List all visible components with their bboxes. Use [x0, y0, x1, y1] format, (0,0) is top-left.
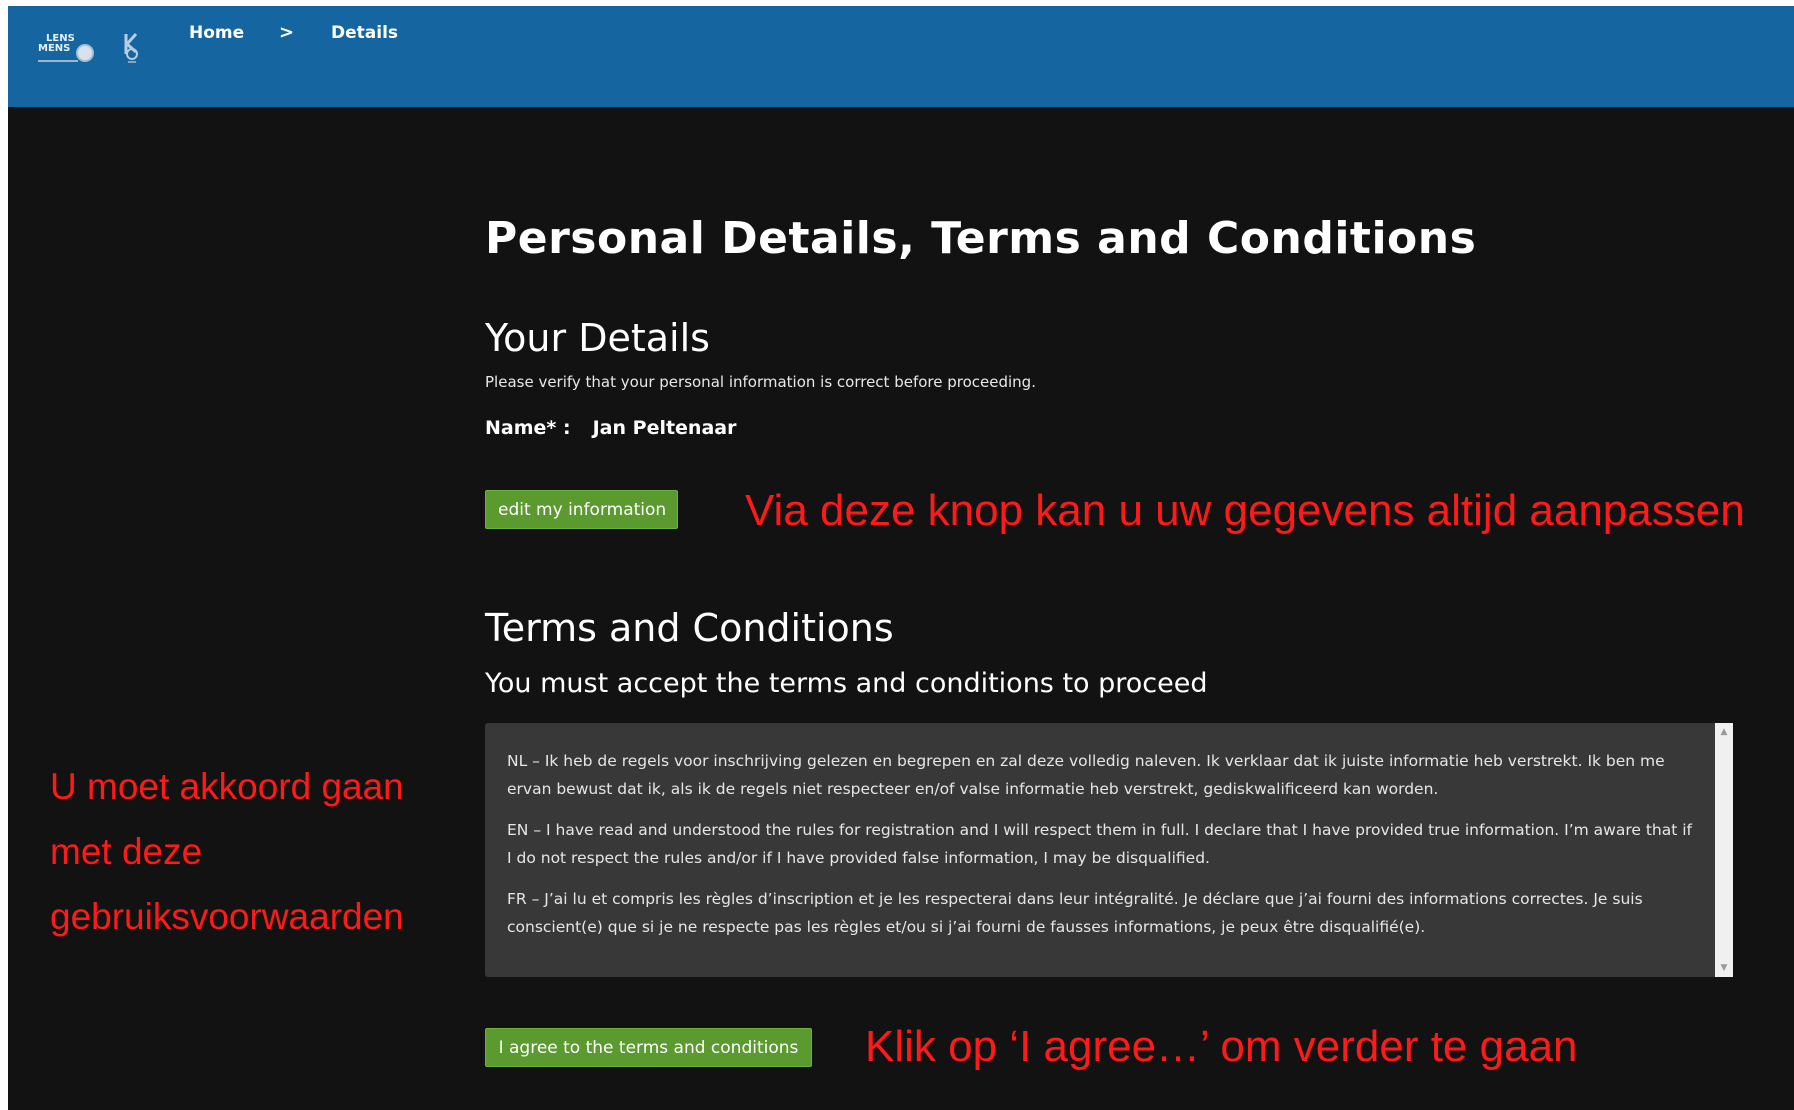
breadcrumb-home-link[interactable]: Home [189, 23, 244, 43]
edit-information-button[interactable]: edit my information [485, 490, 678, 529]
lens-mens-logo[interactable]: LENS MENS [38, 32, 98, 66]
terms-heading: Terms and Conditions [485, 606, 894, 650]
annotation-edit-note: Via deze knop kan u uw gegevens altijd a… [745, 486, 1745, 535]
scroll-down-arrow-icon[interactable]: ▼ [1715, 959, 1733, 977]
annotation-agree-note: Klik op ‘I agree…’ om verder te gaan [865, 1022, 1578, 1071]
terms-paragraph-en: EN – I have read and understood the rule… [507, 821, 1693, 867]
logo-line-2: MENS [38, 43, 71, 54]
top-navbar: LENS MENS Home > Details [8, 6, 1794, 107]
annotation-accept-line-2: met deze [50, 831, 203, 872]
terms-subheading: You must accept the terms and conditions… [485, 668, 1208, 699]
verify-instruction: Please verify that your personal informa… [485, 373, 1036, 391]
logo-underline [38, 60, 78, 62]
k-logo-icon[interactable] [120, 30, 144, 66]
name-row: Name* : Jan Peltenaar [485, 417, 736, 439]
annotation-accept-note: U moet akkoord gaan met deze gebruiksvoo… [50, 754, 404, 949]
logo-text: LENS MENS [38, 34, 75, 54]
globe-icon [76, 44, 94, 62]
terms-scrollbar[interactable]: ▲ ▼ [1715, 723, 1733, 977]
annotation-accept-line-3: gebruiksvoorwaarden [50, 896, 404, 937]
page-title: Personal Details, Terms and Conditions [485, 213, 1477, 264]
agree-terms-button[interactable]: I agree to the terms and conditions [485, 1028, 812, 1067]
terms-paragraph-fr: FR – J’ai lu et compris les règles d’ins… [507, 890, 1643, 936]
app-window: LENS MENS Home > Details Personal Detail… [8, 6, 1794, 1110]
your-details-heading: Your Details [485, 316, 710, 360]
annotation-accept-line-1: U moet akkoord gaan [50, 766, 404, 807]
name-label: Name* : [485, 417, 571, 439]
breadcrumb-current: Details [331, 23, 399, 43]
breadcrumb-chevron-icon: > [279, 22, 295, 43]
name-value: Jan Peltenaar [592, 417, 737, 439]
scroll-up-arrow-icon[interactable]: ▲ [1715, 723, 1733, 741]
terms-paragraph-nl: NL – Ik heb de regels voor inschrijving … [507, 752, 1665, 798]
terms-text-box[interactable]: NL – Ik heb de regels voor inschrijving … [485, 723, 1733, 977]
